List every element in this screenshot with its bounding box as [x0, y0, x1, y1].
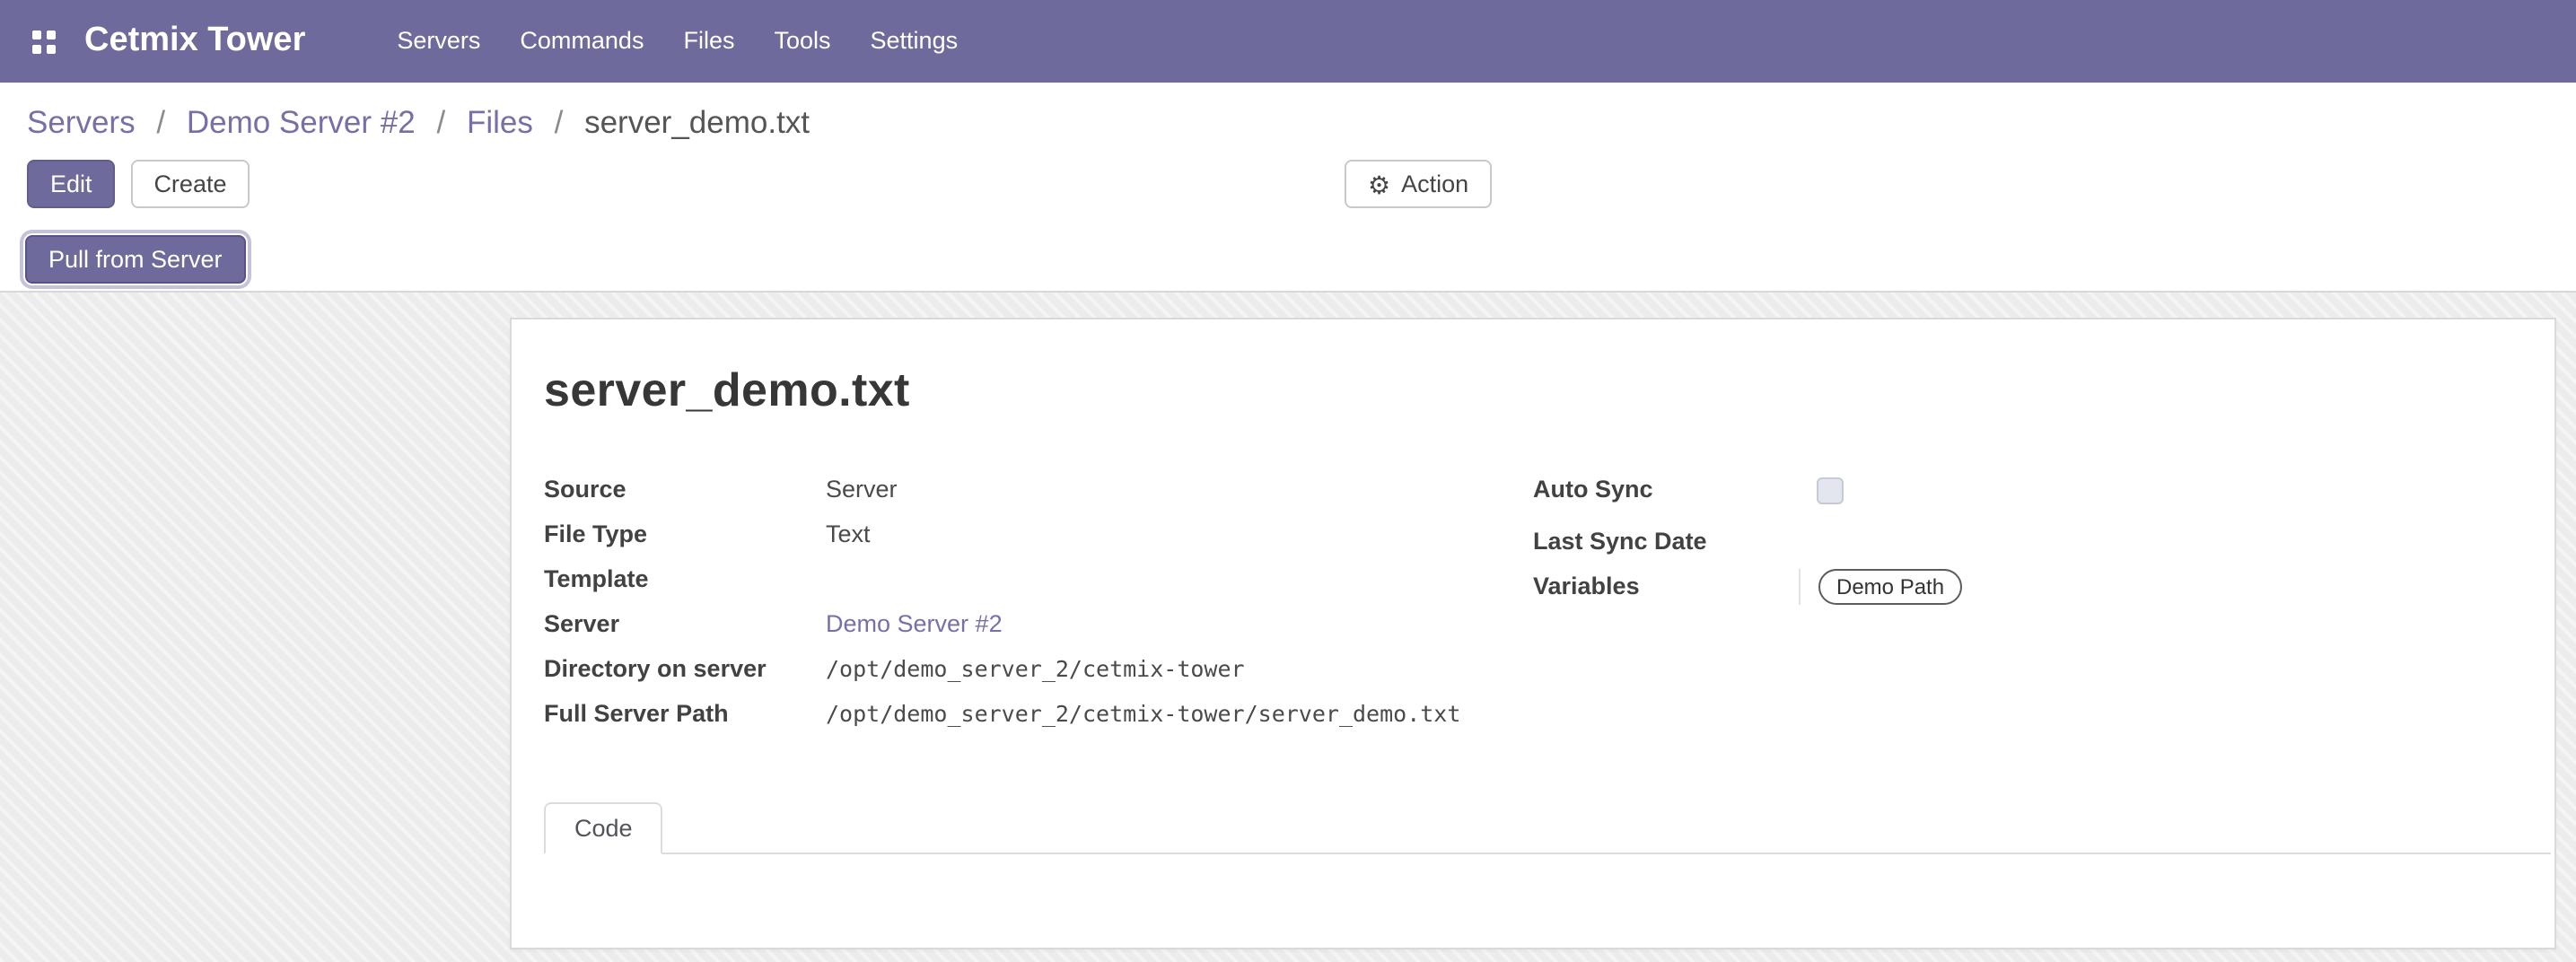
record-title: server_demo.txt	[544, 363, 2519, 418]
field-label: Auto Sync	[1533, 472, 1799, 508]
field-row-auto-sync: Auto Sync	[1533, 472, 2519, 515]
apps-grid-icon	[32, 30, 56, 53]
nav-menu-servers[interactable]: Servers	[377, 0, 500, 83]
server-record-link[interactable]: Demo Server #2	[826, 610, 1003, 637]
field-group-right: Auto Sync Last Sync Date Variables Demo …	[1533, 472, 2519, 741]
notebook-tabs: Code	[544, 802, 2551, 854]
field-label: Last Sync Date	[1533, 524, 1799, 560]
breadcrumb-servers[interactable]: Servers	[27, 104, 136, 140]
nav-menu-commands[interactable]: Commands	[500, 0, 663, 83]
pull-from-server-button[interactable]: Pull from Server	[25, 234, 246, 283]
form-sheet: server_demo.txt Source Server File Type …	[510, 318, 2556, 949]
breadcrumb-separator: /	[156, 104, 165, 140]
top-navbar: Cetmix Tower Servers Commands Files Tool…	[0, 0, 2576, 83]
field-value-server: Demo Server #2	[826, 607, 1533, 643]
field-row-file-type: File Type Text	[544, 517, 1533, 553]
field-label: Directory on server	[544, 652, 826, 687]
field-value-directory: /opt/demo_server_2/cetmix-tower	[826, 652, 1533, 687]
field-value-source: Server	[826, 472, 1533, 508]
app-window: Cetmix Tower Servers Commands Files Tool…	[0, 0, 2576, 962]
field-row-directory: Directory on server /opt/demo_server_2/c…	[544, 652, 1533, 687]
auto-sync-checkbox[interactable]	[1817, 477, 1844, 504]
field-group-left: Source Server File Type Text Template Se…	[544, 472, 1533, 741]
apps-menu-button[interactable]	[18, 19, 70, 64]
gear-icon: ⚙	[1368, 171, 1390, 197]
breadcrumb-separator: /	[555, 104, 564, 140]
field-value-auto-sync	[1799, 472, 2519, 515]
field-row-variables: Variables Demo Path	[1533, 569, 2519, 605]
breadcrumb-current: server_demo.txt	[584, 104, 810, 140]
action-menu-label: Action	[1401, 169, 1468, 199]
field-label: Source	[544, 472, 826, 508]
field-row-full-path: Full Server Path /opt/demo_server_2/cetm…	[544, 696, 1533, 732]
field-groups: Source Server File Type Text Template Se…	[544, 472, 2519, 741]
create-button[interactable]: Create	[130, 160, 250, 208]
field-row-last-sync: Last Sync Date	[1533, 524, 2519, 560]
field-label: Template	[544, 562, 826, 598]
breadcrumb: Servers / Demo Server #2 / Files / serve…	[27, 101, 2547, 144]
field-row-source: Source Server	[544, 472, 1533, 508]
nav-menu-settings[interactable]: Settings	[851, 0, 978, 83]
field-label: File Type	[544, 517, 826, 553]
field-label: Full Server Path	[544, 696, 826, 732]
action-menu-button[interactable]: ⚙ Action	[1345, 160, 1492, 208]
field-value-variables: Demo Path	[1799, 569, 2519, 605]
tab-code[interactable]: Code	[544, 802, 663, 854]
field-label: Server	[544, 607, 826, 643]
breadcrumb-separator: /	[436, 104, 445, 140]
form-statusbar: Pull from Server	[0, 226, 2576, 293]
breadcrumb-files[interactable]: Files	[467, 104, 533, 140]
field-row-server: Server Demo Server #2	[544, 607, 1533, 643]
field-value-file-type: Text	[826, 517, 1533, 553]
breadcrumb-demo-server[interactable]: Demo Server #2	[187, 104, 416, 140]
nav-menu-files[interactable]: Files	[663, 0, 754, 83]
edit-button[interactable]: Edit	[27, 160, 116, 208]
content-area: server_demo.txt Source Server File Type …	[0, 293, 2576, 962]
nav-menu-bar: Servers Commands Files Tools Settings	[377, 0, 977, 83]
field-row-template: Template	[544, 562, 1533, 598]
field-value-full-path: /opt/demo_server_2/cetmix-tower/server_d…	[826, 696, 1533, 732]
nav-menu-tools[interactable]: Tools	[755, 0, 851, 83]
field-label: Variables	[1533, 569, 1799, 605]
control-panel: Servers / Demo Server #2 / Files / serve…	[0, 83, 2576, 226]
code-tab-content	[544, 854, 2519, 937]
control-panel-buttons: Edit Create ⚙ Action	[27, 160, 2547, 208]
brand-title[interactable]: Cetmix Tower	[84, 22, 305, 61]
variable-tag: Demo Path	[1818, 569, 1962, 605]
